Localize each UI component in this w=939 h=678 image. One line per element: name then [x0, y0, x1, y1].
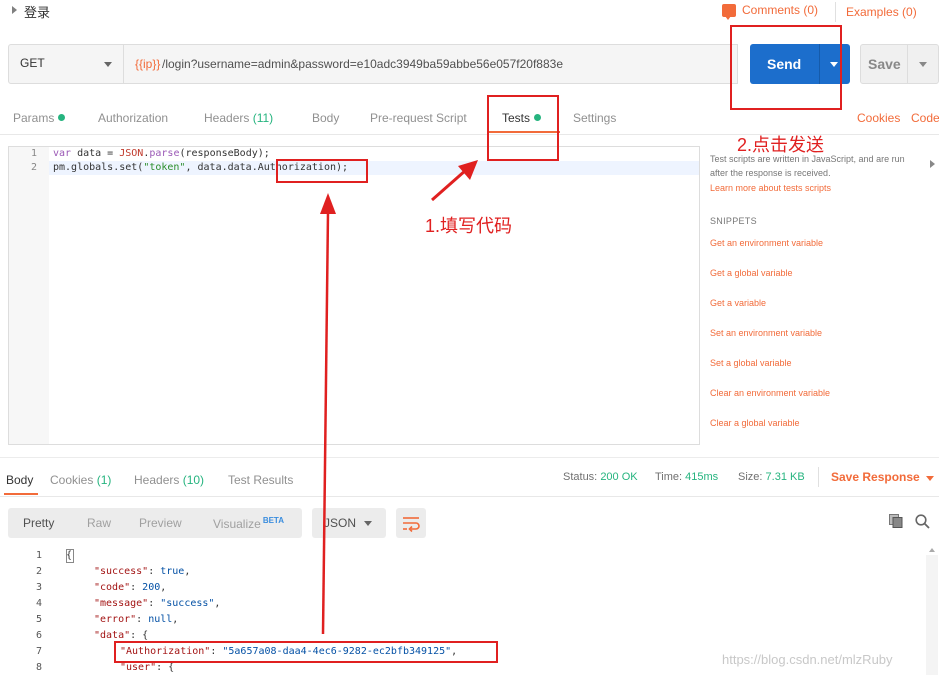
arrow-to-authorization-icon	[320, 193, 336, 635]
watermark: https://blog.csdn.net/mlzRuby	[722, 652, 893, 667]
arrow-to-tests-icon	[431, 160, 478, 202]
annotation-arrows	[320, 160, 478, 635]
